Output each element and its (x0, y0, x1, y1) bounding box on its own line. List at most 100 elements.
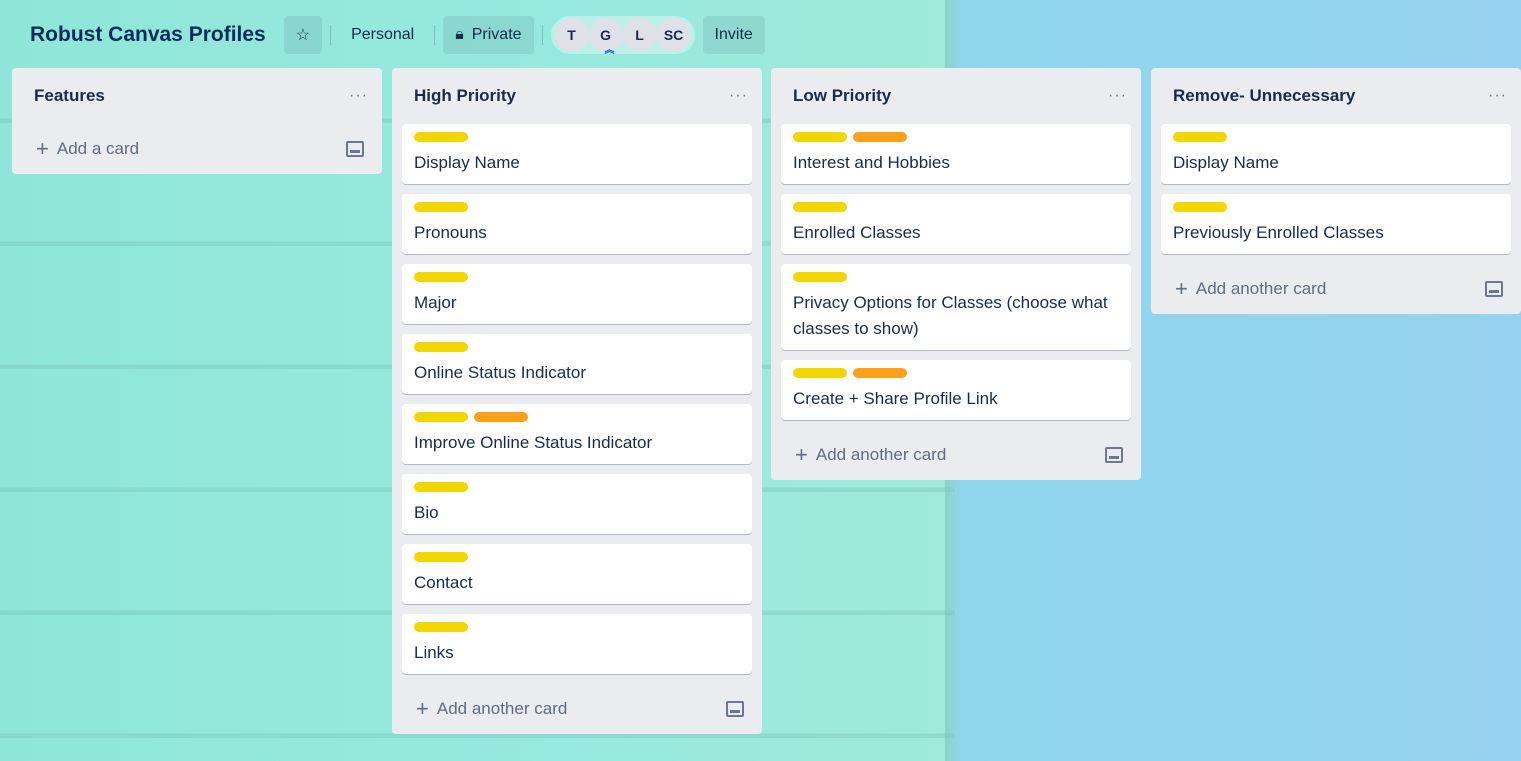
list-title[interactable]: Features (34, 86, 105, 106)
card-template-icon[interactable] (726, 701, 744, 717)
add-card-label: Add another card (436, 699, 568, 718)
plus-icon: + (36, 136, 49, 161)
list-menu-icon[interactable]: ··· (1108, 87, 1127, 105)
add-card-button[interactable]: + Add another card (795, 444, 946, 466)
card[interactable]: Contact (402, 544, 752, 604)
avatar[interactable]: T (554, 18, 589, 52)
orange-label[interactable] (853, 368, 907, 378)
list: Features ··· + Add a card (12, 68, 382, 174)
yellow-label[interactable] (414, 132, 468, 142)
visibility-label: Private (471, 26, 522, 43)
yellow-label[interactable] (414, 342, 468, 352)
card-labels (414, 342, 740, 352)
list-menu-icon[interactable]: ··· (349, 87, 368, 105)
plus-icon: + (1175, 276, 1188, 301)
card[interactable]: Links (402, 614, 752, 674)
yellow-label[interactable] (414, 202, 468, 212)
card-title: Bio (414, 503, 439, 522)
card[interactable]: Major (402, 264, 752, 324)
card-title: Display Name (1173, 153, 1279, 172)
add-card-label: Add a card (56, 139, 140, 158)
card-title: Create + Share Profile Link (793, 389, 998, 408)
card-title: Online Status Indicator (414, 363, 586, 382)
list-menu-icon[interactable]: ··· (1488, 87, 1507, 105)
list-title[interactable]: Remove- Unnecessary (1173, 86, 1355, 106)
card-labels (414, 482, 740, 492)
card-labels (793, 368, 1119, 378)
workspace-label: Personal (351, 26, 415, 43)
card-title: Links (414, 643, 454, 662)
star-button[interactable]: ☆ (283, 16, 323, 54)
card[interactable]: Online Status Indicator (402, 334, 752, 394)
avatar[interactable]: SC (656, 18, 691, 52)
list-header: Remove- Unnecessary ··· (1151, 68, 1521, 124)
add-card-button[interactable]: + Add another card (416, 698, 567, 720)
avatar[interactable]: L (622, 18, 657, 52)
list-header: High Priority ··· (392, 68, 762, 124)
yellow-label[interactable] (414, 482, 468, 492)
plus-icon: + (795, 442, 808, 467)
card[interactable]: Display Name (1161, 124, 1511, 184)
list-title[interactable]: High Priority (414, 86, 516, 106)
list: Low Priority ··· Interest and Hobbies Enrol… (771, 68, 1141, 480)
card-labels (414, 622, 740, 632)
card-title: Privacy Options for Classes (choose what… (793, 293, 1108, 338)
card[interactable]: Interest and Hobbies (781, 124, 1131, 184)
invite-label: Invite (714, 26, 753, 43)
card-labels (414, 202, 740, 212)
orange-label[interactable] (853, 132, 907, 142)
board-title[interactable]: Robust Canvas Profiles (12, 17, 276, 53)
yellow-label[interactable] (1173, 202, 1227, 212)
card[interactable]: Previously Enrolled Classes (1161, 194, 1511, 254)
card-labels (414, 272, 740, 282)
yellow-label[interactable] (793, 132, 847, 142)
yellow-label[interactable] (793, 202, 847, 212)
avatar[interactable]: G ︽ (588, 18, 623, 56)
card-labels (414, 412, 740, 422)
list: High Priority ··· Display Name Pronouns Majo… (392, 68, 762, 734)
card-labels (793, 272, 1119, 282)
add-card-button[interactable]: + Add another card (1175, 278, 1326, 300)
list-header: Features ··· (12, 68, 382, 124)
yellow-label[interactable] (414, 622, 468, 632)
yellow-label[interactable] (414, 272, 468, 282)
header-divider (541, 25, 543, 45)
yellow-label[interactable] (414, 552, 468, 562)
yellow-label[interactable] (793, 272, 847, 282)
card[interactable]: Create + Share Profile Link (781, 360, 1131, 420)
card[interactable]: Improve Online Status Indicator (402, 404, 752, 464)
yellow-label[interactable] (414, 412, 468, 422)
invite-button[interactable]: Invite (702, 16, 765, 54)
card-labels (793, 202, 1119, 212)
list-header: Low Priority ··· (771, 68, 1141, 124)
add-card-label: Add another card (815, 445, 947, 464)
plus-icon: + (416, 696, 429, 721)
card-labels (414, 132, 740, 142)
header-divider (330, 25, 332, 45)
yellow-label[interactable] (1173, 132, 1227, 142)
visibility-button[interactable]: 🔒︎ Private (443, 16, 534, 54)
card[interactable]: Privacy Options for Classes (choose what… (781, 264, 1131, 350)
card-title: Display Name (414, 153, 520, 172)
card-title: Contact (414, 573, 473, 592)
card[interactable]: Bio (402, 474, 752, 534)
list: Remove- Unnecessary ··· Display Name Previo… (1151, 68, 1521, 314)
header-divider (434, 25, 436, 45)
card-title: Pronouns (414, 223, 487, 242)
list-title[interactable]: Low Priority (793, 86, 891, 106)
list-menu-icon[interactable]: ··· (729, 87, 748, 105)
card-labels (414, 552, 740, 562)
card[interactable]: Pronouns (402, 194, 752, 254)
card-template-icon[interactable] (1485, 281, 1503, 297)
card-template-icon[interactable] (346, 141, 364, 157)
add-card-row: + Add another card (1151, 264, 1521, 314)
orange-label[interactable] (474, 412, 528, 422)
card[interactable]: Display Name (402, 124, 752, 184)
card-title: Previously Enrolled Classes (1173, 223, 1384, 242)
card-labels (1173, 202, 1499, 212)
card-template-icon[interactable] (1105, 447, 1123, 463)
workspace-button[interactable]: Personal (339, 16, 426, 54)
add-card-button[interactable]: + Add a card (36, 138, 139, 160)
yellow-label[interactable] (793, 368, 847, 378)
card[interactable]: Enrolled Classes (781, 194, 1131, 254)
